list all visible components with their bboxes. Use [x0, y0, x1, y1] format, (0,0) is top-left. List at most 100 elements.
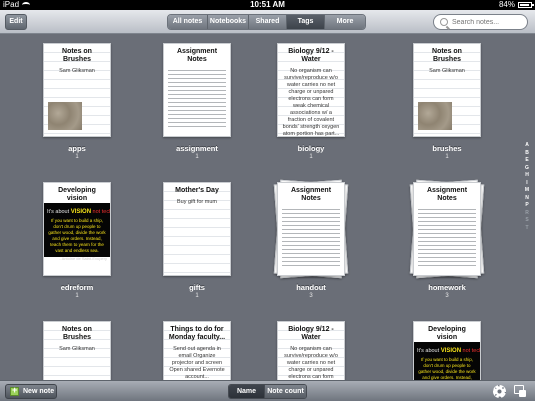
- note-thumbnail: [48, 102, 82, 130]
- new-note-button[interactable]: New note: [5, 384, 57, 399]
- tag-name: brushes: [432, 144, 462, 153]
- tag-name: apps: [68, 144, 86, 153]
- sync-icon[interactable]: [514, 385, 527, 398]
- index-letter-s[interactable]: S: [525, 217, 528, 225]
- tag-stack[interactable]: Assignment Notes: [163, 43, 231, 137]
- tag-item[interactable]: Mother's Day Buy gift for mum gifts 1: [157, 182, 237, 299]
- note-card: Notes on Brushes Sam Gliksman: [413, 43, 481, 137]
- tag-item[interactable]: Biology 9/12 - Water No organism can surv…: [271, 321, 351, 380]
- vision-quote: If you want to build a ship, don't drum …: [418, 357, 476, 380]
- index-letter-m[interactable]: M: [525, 187, 529, 195]
- tag-item[interactable]: Assignment Notes handout 3: [271, 179, 351, 299]
- battery-percent: 84%: [498, 0, 515, 9]
- note-title: Notes on Brushes: [62, 48, 92, 63]
- tag-count: 1: [195, 293, 199, 299]
- view-segmented-control: All notes Notebooks Shared Tags More: [167, 14, 366, 30]
- note-title: Biology 9/12 - Water: [288, 326, 334, 341]
- note-snippet: Sam Gliksman: [59, 68, 95, 74]
- tag-stack[interactable]: Things to do for Monday faculty... Send o…: [163, 321, 231, 380]
- note-card: Biology 9/12 - Water No organism can surv…: [277, 43, 345, 137]
- tag-stack[interactable]: Mother's Day Buy gift for mum: [163, 182, 231, 276]
- search-box[interactable]: [433, 14, 528, 30]
- status-bar: iPad 10:51 AM 84%: [0, 0, 535, 10]
- tag-stack[interactable]: Biology 9/12 - Water No organism can surv…: [277, 321, 345, 380]
- tag-item[interactable]: Notes on Brushes Sam Gliksman: [37, 321, 117, 380]
- note-snippet: No organism can survive/reproduce w/o wa…: [282, 68, 340, 137]
- index-letter-b[interactable]: B: [525, 150, 529, 158]
- tag-item[interactable]: Assignment Notes homework 3: [407, 179, 487, 299]
- sort-by-name[interactable]: Name: [229, 385, 265, 398]
- tab-more[interactable]: More: [325, 15, 365, 29]
- bottom-toolbar: New note Name Note count: [0, 380, 535, 401]
- tag-item[interactable]: Things to do for Monday faculty... Send o…: [157, 321, 237, 380]
- index-letter-a[interactable]: A: [525, 142, 529, 150]
- tab-tags[interactable]: Tags: [287, 15, 325, 29]
- vision-slide-preview: It's about VISION not technology If you w…: [414, 342, 480, 380]
- index-letter-e[interactable]: E: [525, 157, 528, 165]
- sort-segmented-control: Name Note count: [228, 384, 307, 399]
- tag-count: 3: [309, 293, 313, 299]
- note-title: Notes on Brushes: [62, 326, 92, 341]
- tag-count: 3: [445, 293, 449, 299]
- tag-item[interactable]: Notes on Brushes Sam Gliksman apps 1: [37, 43, 117, 160]
- tag-stack[interactable]: Assignment Notes: [273, 179, 349, 279]
- sort-by-note-count[interactable]: Note count: [265, 385, 306, 398]
- note-title: Developing vision: [428, 326, 466, 341]
- alphabet-index[interactable]: ABEGHIMNPRST: [523, 142, 531, 232]
- tab-all-notes[interactable]: All notes: [168, 15, 208, 29]
- note-snippet: Buy gift for mum: [176, 199, 218, 205]
- note-title: Assignment Notes: [290, 187, 332, 202]
- tag-stack[interactable]: Developing vision It's about VISION not t…: [43, 182, 111, 276]
- index-letter-t[interactable]: T: [525, 225, 528, 233]
- tag-item[interactable]: Biology 9/12 - Water No organism can surv…: [271, 43, 351, 160]
- vision-headline: It's about VISION not technology: [47, 209, 110, 215]
- tag-count: 1: [445, 154, 449, 160]
- vision-quote: If you want to build a ship, don't drum …: [48, 218, 106, 253]
- battery-icon: [518, 2, 534, 8]
- note-card: Assignment Notes: [413, 182, 481, 276]
- tag-stack[interactable]: Assignment Notes: [409, 179, 485, 279]
- tag-stack[interactable]: Notes on Brushes Sam Gliksman: [43, 43, 111, 137]
- vision-suffix: not technology: [462, 348, 480, 354]
- tag-name: homework: [428, 283, 466, 292]
- index-letter-n[interactable]: N: [525, 195, 529, 203]
- index-letter-h[interactable]: H: [525, 172, 529, 180]
- new-note-label: New note: [23, 388, 55, 395]
- document-preview: [282, 207, 340, 267]
- tag-item[interactable]: Assignment Notes assignment 1: [157, 43, 237, 160]
- note-title: Notes on Brushes: [432, 48, 462, 63]
- top-toolbar: Edit All notes Notebooks Shared Tags Mor…: [0, 10, 535, 34]
- document-preview: [168, 68, 226, 128]
- tag-name: handout: [296, 283, 326, 292]
- tag-count: 1: [75, 154, 79, 160]
- note-card: Notes on Brushes Sam Gliksman: [43, 321, 111, 380]
- tag-stack[interactable]: Biology 9/12 - Water No organism can surv…: [277, 43, 345, 137]
- index-letter-g[interactable]: G: [525, 165, 529, 173]
- edit-button[interactable]: Edit: [5, 14, 27, 30]
- tag-item[interactable]: Developing vision It's about VISION not t…: [407, 321, 487, 380]
- search-icon: [440, 18, 448, 26]
- vision-prefix: It's about: [47, 209, 71, 215]
- note-card: Developing vision It's about VISION not t…: [43, 182, 111, 276]
- index-letter-p[interactable]: P: [525, 202, 528, 210]
- tab-shared[interactable]: Shared: [249, 15, 287, 29]
- note-snippet: No organism can survive/reproduce w/o wa…: [284, 346, 338, 380]
- index-letter-i[interactable]: I: [526, 180, 527, 188]
- note-card: Mother's Day Buy gift for mum: [163, 182, 231, 276]
- tag-name: biology: [297, 144, 325, 153]
- tag-stack[interactable]: Notes on Brushes Sam Gliksman: [413, 43, 481, 137]
- new-note-icon: [10, 385, 19, 396]
- note-title: Assignment Notes: [426, 187, 468, 202]
- search-input[interactable]: [452, 18, 522, 26]
- vision-prefix: It's about: [417, 348, 441, 354]
- tab-notebooks[interactable]: Notebooks: [208, 15, 249, 29]
- tag-count: 1: [309, 154, 313, 160]
- tag-stack[interactable]: Developing vision It's about VISION not t…: [413, 321, 481, 380]
- note-title: Assignment Notes: [176, 48, 218, 63]
- index-letter-r[interactable]: R: [525, 210, 529, 218]
- gear-icon[interactable]: [493, 385, 506, 398]
- tag-stack[interactable]: Notes on Brushes Sam Gliksman: [43, 321, 111, 380]
- tag-item[interactable]: Developing vision It's about VISION not t…: [37, 182, 117, 299]
- tag-name: assignment: [176, 144, 218, 153]
- tag-item[interactable]: Notes on Brushes Sam Gliksman brushes 1: [407, 43, 487, 160]
